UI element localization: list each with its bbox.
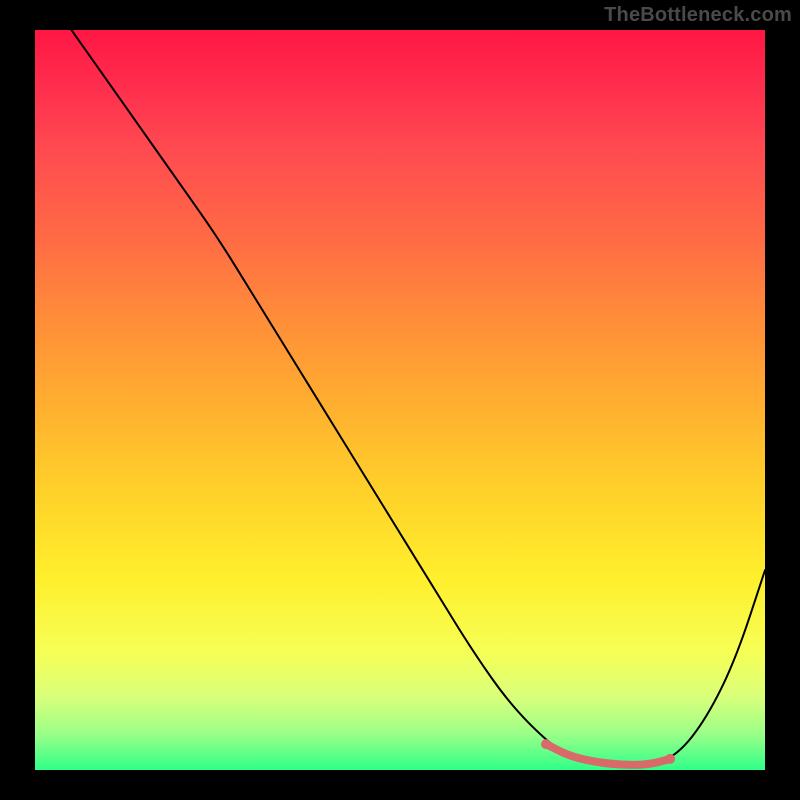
highlight-dot <box>541 739 551 749</box>
plot-area <box>35 30 765 770</box>
highlight-segment <box>546 744 670 765</box>
highlight-dot <box>665 754 675 764</box>
line-chart-svg <box>35 30 765 770</box>
main-curve <box>72 30 766 766</box>
watermark: TheBottleneck.com <box>604 4 792 27</box>
chart-container: TheBottleneck.com <box>0 0 800 800</box>
